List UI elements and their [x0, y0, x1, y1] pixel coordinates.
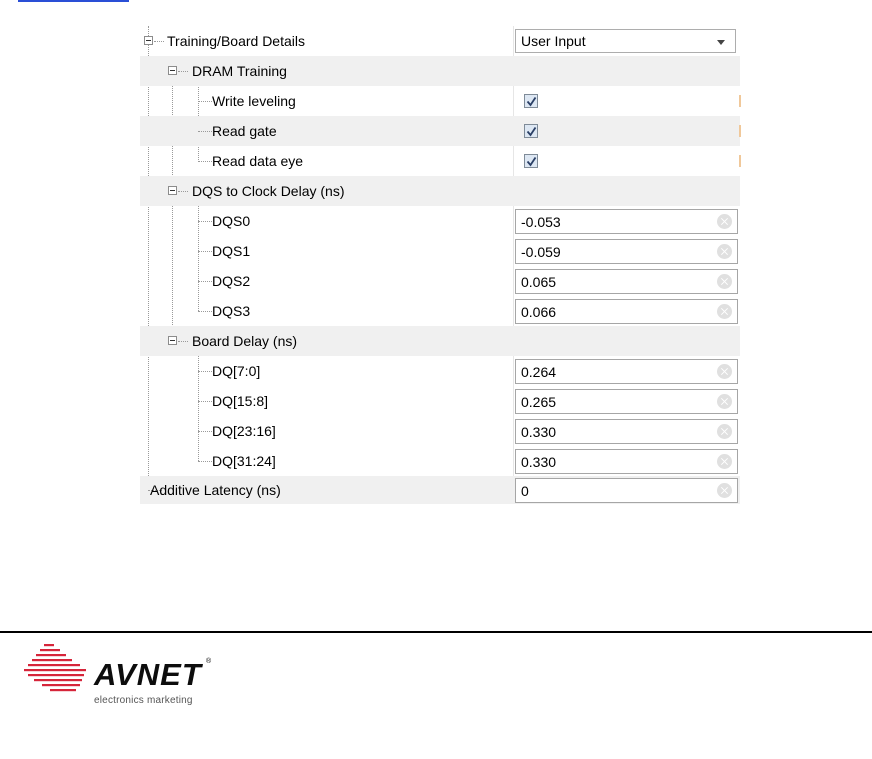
row-dq-7-0: DQ[7:0] 0.264 — [140, 356, 740, 386]
row-write-leveling: Write leveling — [140, 86, 741, 116]
checkmark-icon — [526, 127, 537, 137]
training-mode-dropdown[interactable]: User Input — [515, 29, 736, 53]
row-additive-latency: Additive Latency (ns) 0 — [140, 476, 740, 504]
dq-31-24-value: 0.330 — [521, 454, 557, 470]
dqs3-value: 0.066 — [521, 304, 557, 320]
tree-connector — [198, 131, 212, 132]
training-mode-value: User Input — [521, 33, 586, 49]
row-dq-15-8: DQ[15:8] 0.265 — [140, 386, 740, 416]
tree-connector — [198, 251, 212, 252]
dqs1-label: DQS1 — [212, 243, 251, 259]
dq-23-16-input[interactable]: 0.330 — [515, 419, 738, 444]
dq-15-8-label: DQ[15:8] — [212, 393, 269, 409]
clear-icon[interactable] — [717, 394, 732, 409]
read-data-eye-label: Read data eye — [212, 153, 304, 169]
read-data-eye-checkbox[interactable] — [524, 154, 538, 168]
row-dqs-clock-delay: DQS to Clock Delay (ns) — [140, 176, 740, 206]
tree-connector — [154, 41, 164, 42]
settings-tree-panel: Training/Board Details User Input DRAM T… — [140, 26, 741, 504]
tree-connector — [198, 431, 212, 432]
edge-marker — [739, 125, 741, 137]
tree-connector — [178, 341, 188, 342]
tree-connector — [198, 221, 212, 222]
avnet-wordmark: AVNET — [94, 657, 202, 692]
edge-marker — [739, 95, 741, 107]
dq-7-0-value: 0.264 — [521, 364, 557, 380]
additive-latency-input[interactable]: 0 — [515, 478, 738, 503]
tree-connector — [178, 71, 188, 72]
row-training-board-details: Training/Board Details User Input — [140, 26, 740, 56]
avnet-stripes-icon — [24, 644, 86, 692]
clear-icon[interactable] — [717, 424, 732, 439]
tree-connector — [198, 401, 212, 402]
edge-marker — [739, 155, 741, 167]
dq-31-24-input[interactable]: 0.330 — [515, 449, 738, 474]
tree-connector — [198, 371, 212, 372]
checkmark-icon — [526, 97, 537, 107]
checkmark-icon — [526, 157, 537, 167]
training-board-label: Training/Board Details — [167, 33, 305, 49]
footer-divider — [0, 631, 872, 633]
dq-23-16-value: 0.330 — [521, 424, 557, 440]
avnet-tagline: electronics marketing — [94, 695, 193, 706]
write-leveling-label: Write leveling — [212, 93, 296, 109]
collapse-icon[interactable] — [168, 186, 177, 195]
dq-31-24-label: DQ[31:24] — [212, 453, 276, 469]
row-dqs3: DQS3 0.066 — [140, 296, 740, 326]
dqs0-input[interactable]: -0.053 — [515, 209, 738, 234]
row-dq-23-16: DQ[23:16] 0.330 — [140, 416, 740, 446]
dqs1-value: -0.059 — [521, 244, 561, 260]
row-board-delay: Board Delay (ns) — [140, 326, 740, 356]
tree-connector — [198, 281, 212, 282]
registered-mark: ® — [206, 658, 212, 665]
collapse-icon[interactable] — [144, 36, 153, 45]
dq-7-0-input[interactable]: 0.264 — [515, 359, 738, 384]
read-gate-checkbox[interactable] — [524, 124, 538, 138]
row-read-data-eye: Read data eye — [140, 146, 741, 176]
avnet-logo: AVNET ® electronics marketing — [20, 640, 215, 715]
read-gate-label: Read gate — [212, 123, 277, 139]
dqs2-label: DQS2 — [212, 273, 251, 289]
tree-connector — [198, 161, 212, 162]
additive-latency-label: Additive Latency (ns) — [150, 482, 281, 498]
dqs0-label: DQS0 — [212, 213, 251, 229]
clear-icon[interactable] — [717, 454, 732, 469]
dq-7-0-label: DQ[7:0] — [212, 363, 261, 379]
clear-icon[interactable] — [717, 214, 732, 229]
dq-23-16-label: DQ[23:16] — [212, 423, 276, 439]
dqs1-input[interactable]: -0.059 — [515, 239, 738, 264]
dqs2-input[interactable]: 0.065 — [515, 269, 738, 294]
row-dram-training: DRAM Training — [140, 56, 740, 86]
clear-icon[interactable] — [717, 244, 732, 259]
dram-training-label: DRAM Training — [192, 63, 287, 79]
dqs3-label: DQS3 — [212, 303, 251, 319]
collapse-icon[interactable] — [168, 66, 177, 75]
write-leveling-checkbox[interactable] — [524, 94, 538, 108]
chevron-down-icon — [717, 40, 725, 45]
row-dqs0: DQS0 -0.053 — [140, 206, 740, 236]
tree-connector — [198, 461, 212, 462]
row-dqs2: DQS2 0.065 — [140, 266, 740, 296]
tree-connector — [198, 101, 212, 102]
tree-connector — [178, 191, 188, 192]
row-read-gate: Read gate — [140, 116, 741, 146]
collapse-icon[interactable] — [168, 336, 177, 345]
tree-connector — [198, 311, 212, 312]
clear-icon[interactable] — [717, 304, 732, 319]
clear-icon[interactable] — [717, 483, 732, 498]
row-dqs1: DQS1 -0.059 — [140, 236, 740, 266]
dq-15-8-value: 0.265 — [521, 394, 557, 410]
dqs3-input[interactable]: 0.066 — [515, 299, 738, 324]
board-delay-label: Board Delay (ns) — [192, 333, 298, 349]
dqs0-value: -0.053 — [521, 214, 561, 230]
clear-icon[interactable] — [717, 274, 732, 289]
additive-latency-value: 0 — [521, 483, 529, 499]
clear-icon[interactable] — [717, 364, 732, 379]
dqs-clock-delay-label: DQS to Clock Delay (ns) — [192, 183, 345, 199]
top-link-underline[interactable] — [18, 0, 129, 2]
dq-15-8-input[interactable]: 0.265 — [515, 389, 738, 414]
row-dq-31-24: DQ[31:24] 0.330 — [140, 446, 740, 476]
dqs2-value: 0.065 — [521, 274, 557, 290]
